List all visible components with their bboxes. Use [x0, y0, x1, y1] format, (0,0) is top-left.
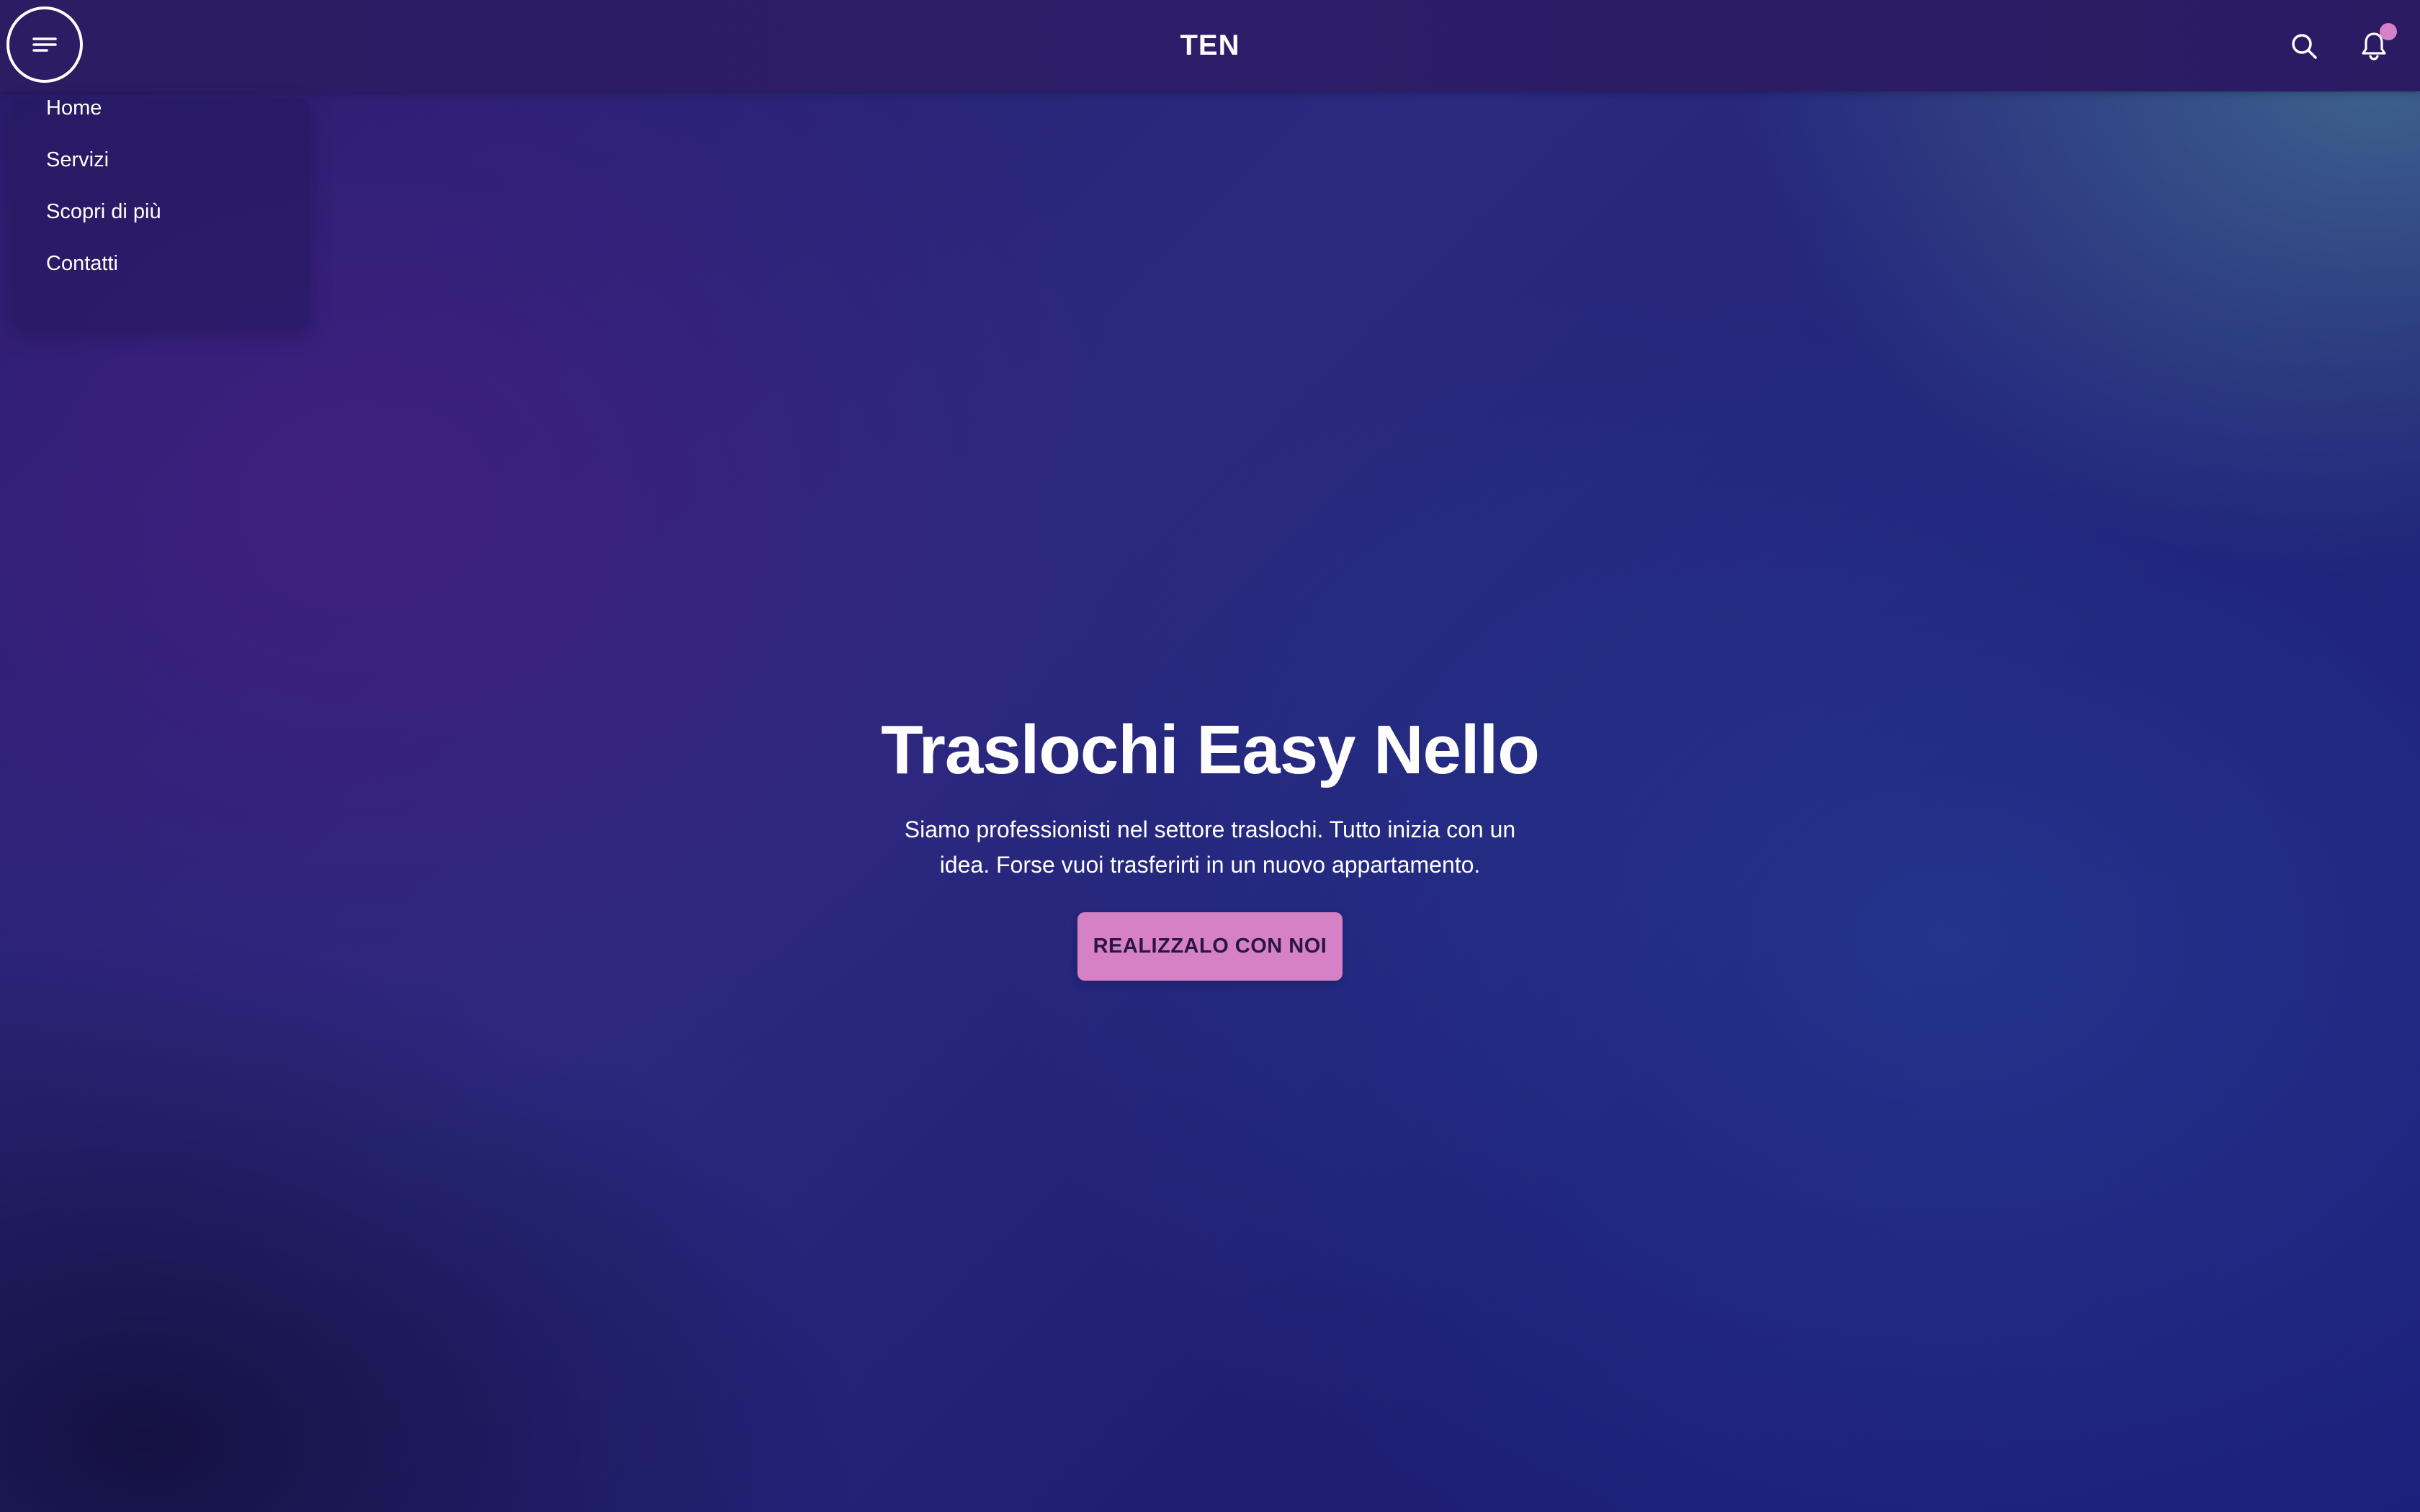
menu-item-contatti[interactable]: Contatti — [46, 249, 118, 278]
menu-item-home[interactable]: Home — [46, 94, 102, 122]
cta-button[interactable]: REALIZZALO CON NOI — [1077, 912, 1343, 981]
menu-item-scopri[interactable]: Scopri di più — [46, 197, 161, 226]
top-navbar: TEN — [0, 0, 2420, 91]
search-button[interactable] — [2282, 24, 2326, 68]
nav-dropdown-menu: Home Servizi Scopri di più Contatti — [12, 96, 310, 327]
hero-title: Traslochi Easy Nello — [881, 711, 1540, 788]
search-icon — [2292, 34, 2317, 59]
hero-subtitle: Siamo professionisti nel settore trasloc… — [904, 816, 1516, 878]
brand-logo-text: TEN — [1180, 30, 1240, 61]
menu-toggle-button[interactable] — [6, 6, 83, 83]
notification-badge-dot — [2380, 23, 2397, 40]
menu-icon — [32, 37, 57, 52]
menu-item-servizi[interactable]: Servizi — [46, 145, 109, 174]
